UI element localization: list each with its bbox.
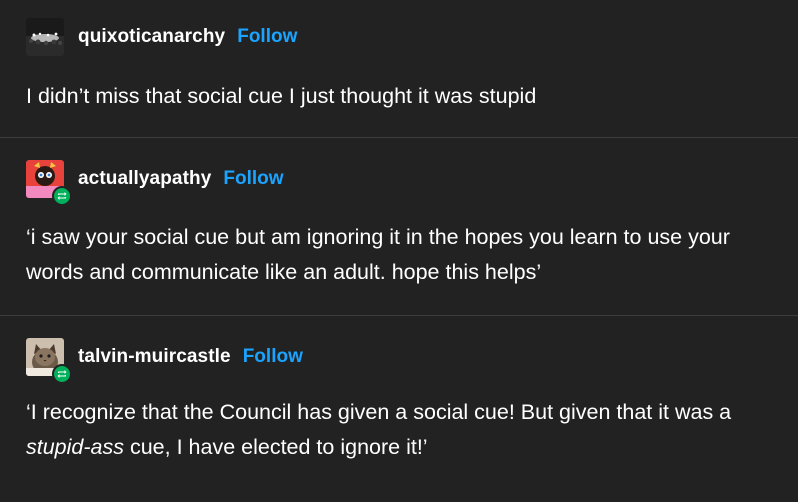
post-2-header: actuallyapathy Follow (26, 160, 284, 206)
concert-crowd-avatar-icon (26, 18, 64, 56)
follow-button[interactable]: Follow (223, 168, 283, 190)
post-2: actuallyapathy Follow ‘i saw your social… (0, 137, 798, 315)
post-text-part-1: ‘I recognize that the Council has given … (26, 400, 732, 424)
post-1-header: quixoticanarchy Follow (26, 18, 297, 56)
avatar-actuallyapathy[interactable] (26, 160, 72, 206)
follow-button[interactable]: Follow (243, 346, 303, 368)
follow-button[interactable]: Follow (237, 26, 297, 48)
reblog-icon (52, 186, 72, 206)
username[interactable]: talvin-muircastle (78, 346, 231, 368)
username[interactable]: actuallyapathy (78, 168, 211, 190)
avatar-quixoticanarchy[interactable] (26, 18, 64, 56)
post-1: quixoticanarchy Follow I didn’t miss tha… (0, 0, 798, 137)
username[interactable]: quixoticanarchy (78, 26, 225, 48)
post-text: ‘I recognize that the Council has given … (26, 395, 772, 465)
post-3-header: talvin-muircastle Follow (26, 338, 303, 384)
reblog-icon (52, 364, 72, 384)
avatar-talvin-muircastle[interactable] (26, 338, 72, 384)
post-text: ‘i saw your social cue but am ignoring i… (26, 225, 730, 284)
post-text-part-2: cue, I have elected to ignore it!’ (124, 435, 428, 459)
post-3: talvin-muircastle Follow ‘I recognize th… (0, 315, 798, 502)
post-text-emphasis: stupid-ass (26, 435, 124, 459)
post-text: I didn’t miss that social cue I just tho… (26, 84, 537, 108)
